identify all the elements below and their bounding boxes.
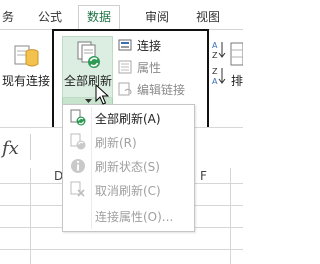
grid-line: [230, 168, 231, 264]
tab-formulas[interactable]: 公式: [38, 6, 62, 30]
connections-label: 连接: [137, 39, 162, 53]
refresh-icon: [69, 133, 87, 151]
connections-icon: [118, 38, 133, 52]
svg-text:Z: Z: [212, 67, 218, 76]
edit-links-icon: [118, 82, 133, 96]
sort-grid-icon: [230, 42, 243, 66]
tab-view[interactable]: 视图: [196, 6, 220, 30]
existing-connections-label: 现有连接: [2, 74, 51, 88]
tab-data[interactable]: 数据: [78, 5, 121, 29]
svg-text:A: A: [212, 41, 218, 50]
menu-item-label: 全部刷新(A): [95, 112, 161, 126]
sort-label: 排: [231, 74, 243, 88]
tab-review[interactable]: 审阅: [145, 6, 169, 30]
existing-connections-button[interactable]: 现有连接: [0, 36, 52, 96]
menu-item-label: 连接属性(O)...: [95, 210, 174, 224]
properties-button[interactable]: 属性: [117, 59, 189, 76]
grid-line: [0, 249, 243, 250]
refresh-all-small-icon: [69, 109, 87, 127]
info-icon: [69, 157, 87, 175]
fx-label[interactable]: fx: [2, 138, 19, 159]
database-icon: [14, 42, 40, 70]
refresh-all-icon: [74, 40, 102, 70]
menu-item-label: 刷新(R): [95, 136, 137, 150]
edit-links-button[interactable]: 编辑链接: [117, 81, 189, 98]
column-header-f[interactable]: F: [200, 169, 207, 183]
svg-text:Z: Z: [212, 51, 218, 60]
sort-za-icon[interactable]: Z A: [212, 66, 226, 86]
formula-input[interactable]: [30, 134, 52, 160]
refresh-all-menu: 全部刷新(A) 刷新(R) 刷新状态(S) 取消刷新(C) 连接属性(O)...: [62, 104, 195, 232]
menu-item-refresh-status[interactable]: 刷新状态(S): [63, 155, 194, 178]
menu-item-refresh[interactable]: 刷新(R): [63, 131, 194, 154]
cancel-refresh-icon: [69, 181, 87, 199]
tab-partial[interactable]: 务: [2, 6, 14, 30]
svg-text:A: A: [212, 77, 218, 86]
edit-links-label: 编辑链接: [137, 83, 186, 97]
ribbon-tab-bar: 务 公式 数据 审阅 视图: [0, 0, 243, 30]
grid-line: [30, 168, 31, 264]
properties-icon: [118, 60, 133, 74]
menu-item-label: 取消刷新(C): [95, 184, 161, 198]
mouse-cursor-icon: [95, 84, 109, 106]
menu-item-label: 刷新状态(S): [95, 160, 160, 174]
connections-button[interactable]: 连接: [117, 37, 189, 54]
sort-button-partial[interactable]: 排: [228, 40, 243, 100]
menu-item-connection-properties[interactable]: 连接属性(O)...: [63, 205, 194, 228]
menu-item-refresh-all[interactable]: 全部刷新(A): [63, 107, 194, 130]
properties-label: 属性: [137, 61, 162, 75]
menu-item-cancel-refresh[interactable]: 取消刷新(C): [63, 179, 194, 202]
sort-az-icon[interactable]: A Z: [212, 40, 226, 60]
